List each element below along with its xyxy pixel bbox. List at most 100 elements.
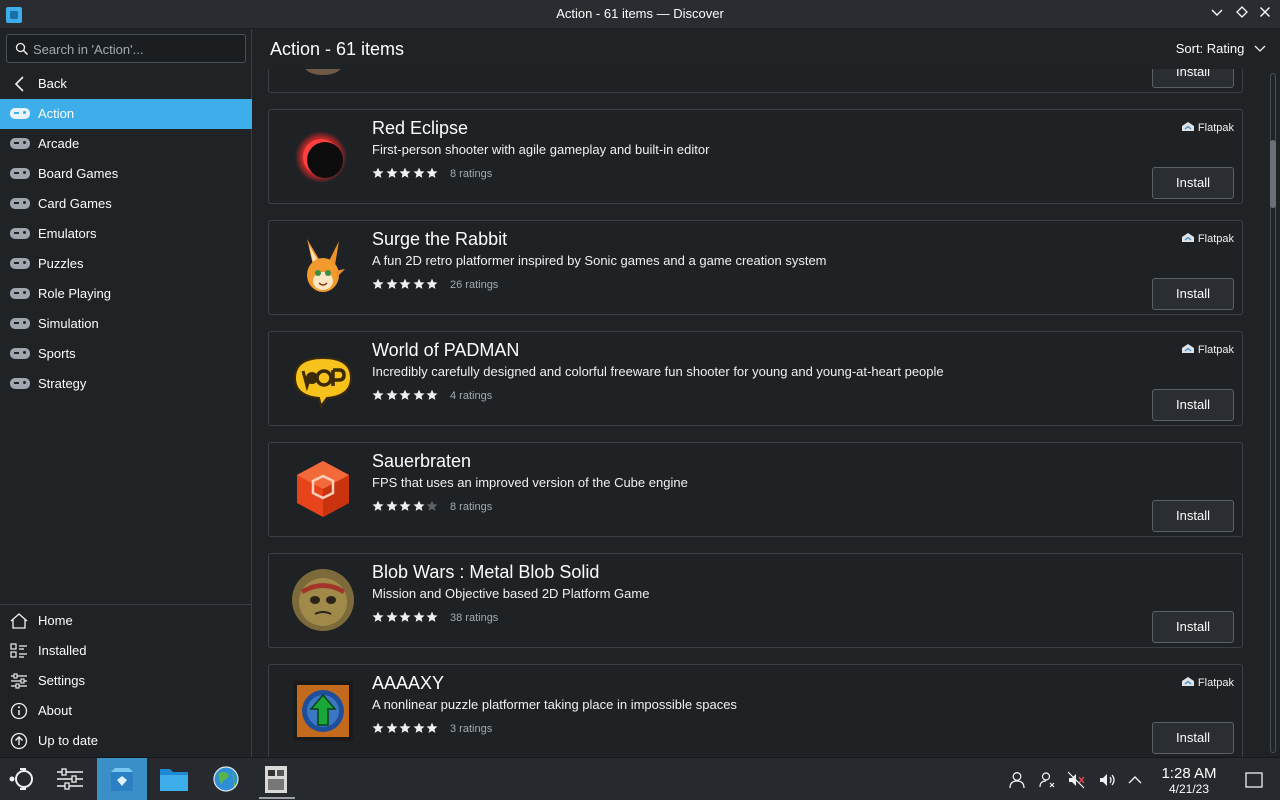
close-button[interactable] — [1256, 5, 1274, 23]
app-card[interactable]: Sauerbraten FPS that uses an improved ve… — [268, 442, 1243, 537]
category-puzzles[interactable]: Puzzles — [0, 249, 252, 279]
app-card[interactable]: Surge the Rabbit A fun 2D retro platform… — [268, 220, 1243, 315]
clock-time[interactable]: 1:28 AM — [1150, 765, 1228, 782]
category-sports[interactable]: Sports — [0, 339, 252, 369]
install-button[interactable]: Install — [1152, 278, 1234, 310]
gamepad-icon — [10, 198, 30, 209]
app-name[interactable]: Surge the Rabbit — [372, 229, 507, 250]
taskbar: 1:28 AM 4/21/23 — [0, 757, 1280, 800]
app-card[interactable]: World of PADMAN Incredibly carefully des… — [268, 331, 1243, 426]
user-switch-button[interactable] — [1007, 770, 1027, 790]
sort-dropdown[interactable]: Sort: Rating — [1176, 41, 1266, 56]
category-label: Sports — [38, 346, 76, 361]
minimize-button[interactable] — [1208, 5, 1226, 23]
taskbar-system-settings[interactable] — [48, 758, 92, 800]
volume-button[interactable] — [1097, 770, 1117, 790]
page-header: Action - 61 items Sort: Rating — [253, 29, 1280, 69]
category-label: Strategy — [38, 376, 87, 391]
nav-settings[interactable]: Settings — [0, 666, 252, 696]
search-box[interactable] — [6, 34, 246, 63]
star-icon — [399, 722, 411, 733]
star-icon — [386, 167, 397, 178]
clock-date[interactable]: 4/21/23 — [1150, 782, 1228, 796]
category-strategy[interactable]: Strategy — [0, 369, 252, 399]
flatpak-icon — [1181, 677, 1194, 686]
nav-home[interactable]: Home — [0, 606, 252, 636]
star-icon — [413, 611, 424, 622]
microphone-muted-button[interactable] — [1066, 770, 1086, 790]
chevron-down-icon — [1211, 9, 1223, 16]
star-icon — [386, 278, 397, 289]
search-input[interactable] — [33, 39, 238, 59]
star-icon — [372, 722, 384, 733]
show-desktop-button[interactable] — [1244, 770, 1264, 790]
star-icon — [386, 389, 397, 400]
nav-about[interactable]: About — [0, 696, 252, 726]
star-icon — [426, 167, 438, 178]
system-tray-expand-button[interactable] — [1125, 770, 1145, 790]
nav-updates[interactable]: Up to date — [0, 726, 252, 756]
app-card[interactable]: AAAAXY A nonlinear puzzle platformer tak… — [268, 664, 1243, 757]
star-icon — [399, 389, 411, 400]
network-button[interactable] — [1037, 770, 1057, 790]
nav-installed[interactable]: Installed — [0, 636, 252, 666]
taskbar-discover[interactable] — [97, 758, 147, 800]
install-button[interactable]: Install — [1152, 389, 1234, 421]
app-name[interactable]: Blob Wars : Metal Blob Solid — [372, 562, 599, 583]
list-scrollbar[interactable] — [1267, 69, 1280, 757]
taskbar-app-window[interactable] — [255, 758, 299, 800]
category-board-games[interactable]: Board Games — [0, 159, 252, 189]
gamepad-icon — [10, 318, 30, 329]
category-card-games[interactable]: Card Games — [0, 189, 252, 219]
sidebar: Back Action Arcade Board Games Card Game… — [0, 29, 252, 757]
window-titlebar[interactable]: Action - 61 items — Discover — [0, 0, 1280, 29]
app-card[interactable]: Red Eclipse First-person shooter with ag… — [268, 109, 1243, 204]
star-icon — [426, 722, 438, 733]
star-icon — [426, 611, 438, 622]
star-icon — [426, 389, 438, 400]
star-icon — [426, 278, 438, 289]
category-arcade[interactable]: Arcade — [0, 129, 252, 159]
category-simulation[interactable]: Simulation — [0, 309, 252, 339]
installed-icon — [10, 643, 27, 658]
star-icon — [386, 722, 397, 733]
flatpak-label: Flatpak — [1197, 677, 1234, 689]
red-eclipse-logo — [291, 124, 355, 188]
flatpak-badge: Flatpak — [1181, 232, 1234, 245]
install-button[interactable]: Install — [1152, 722, 1234, 754]
star-icon — [372, 500, 384, 511]
install-button[interactable]: Install — [1152, 69, 1234, 88]
app-name[interactable]: Red Eclipse — [372, 118, 468, 139]
flatpak-label: Flatpak — [1197, 233, 1234, 245]
scrollbar-thumb[interactable] — [1270, 140, 1276, 208]
maximize-button[interactable] — [1233, 5, 1251, 23]
category-role-playing[interactable]: Role Playing — [0, 279, 252, 309]
star-icon — [372, 167, 384, 178]
app-list[interactable]: Install Red Eclipse First-person shooter… — [253, 69, 1267, 757]
install-button[interactable]: Install — [1152, 611, 1234, 643]
speaker-icon — [1100, 774, 1115, 786]
app-card[interactable]: Blob Wars : Metal Blob Solid Mission and… — [268, 553, 1243, 648]
install-button[interactable]: Install — [1152, 500, 1234, 532]
gamepad-icon — [10, 348, 30, 359]
nav-label: Home — [38, 613, 73, 628]
gamepad-icon — [10, 168, 30, 179]
taskbar-file-manager[interactable] — [152, 758, 196, 800]
install-button[interactable]: Install — [1152, 167, 1234, 199]
star-rating — [372, 166, 440, 180]
app-card[interactable]: Install — [268, 69, 1243, 93]
category-action[interactable]: Action — [0, 99, 252, 129]
taskbar-browser[interactable] — [204, 758, 248, 800]
app-name[interactable]: World of PADMAN — [372, 340, 519, 361]
flatpak-badge: Flatpak — [1181, 121, 1234, 134]
back-label: Back — [38, 76, 67, 91]
application-launcher-button[interactable] — [0, 758, 44, 800]
app-name[interactable]: AAAAXY — [372, 673, 444, 694]
speaker-muted-icon — [1067, 771, 1085, 789]
ratings-count: 3 ratings — [450, 723, 493, 735]
category-emulators[interactable]: Emulators — [0, 219, 252, 249]
back-button[interactable]: Back — [0, 69, 252, 99]
app-description: A nonlinear puzzle platformer taking pla… — [372, 697, 737, 712]
category-label: Card Games — [38, 196, 112, 211]
app-name[interactable]: Sauerbraten — [372, 451, 471, 472]
